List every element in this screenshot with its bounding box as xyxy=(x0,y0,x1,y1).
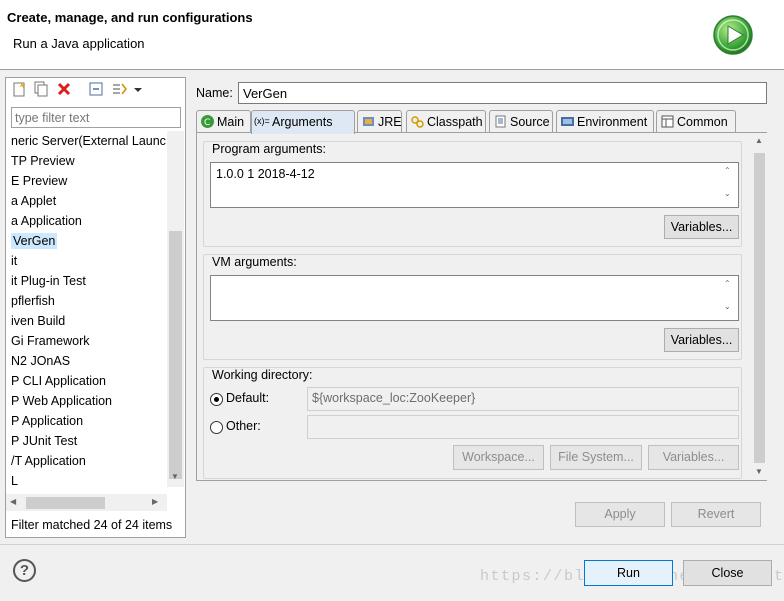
tree-item[interactable]: E Preview xyxy=(11,171,67,191)
filter-input[interactable] xyxy=(11,107,181,128)
tab-jre[interactable]: JRE xyxy=(357,110,402,133)
configuration-tree: neric Server(External Launc TP Preview E… xyxy=(6,131,167,487)
dialog-title: Create, manage, and run configurations xyxy=(7,10,253,25)
arguments-tab-panel: Program arguments: 1.0.0 1 2018-4-12 ⌃ ⌄… xyxy=(196,132,767,481)
scroll-up-icon[interactable]: ▲ xyxy=(755,136,763,145)
main-tab-icon: C xyxy=(200,114,215,129)
scroll-down-icon[interactable]: ⌄ xyxy=(724,302,731,311)
tree-item[interactable]: P Application xyxy=(11,411,83,431)
close-button[interactable]: Close xyxy=(683,560,772,586)
tree-item[interactable]: Gi Framework xyxy=(11,331,89,351)
scrollbar-thumb[interactable] xyxy=(26,497,105,509)
classpath-tab-icon xyxy=(410,114,425,129)
dialog-header: Create, manage, and run configurations R… xyxy=(0,0,784,70)
tab-common[interactable]: Common xyxy=(656,110,736,133)
tree-vertical-scrollbar[interactable]: ▼ xyxy=(167,131,184,487)
tree-item[interactable]: L xyxy=(11,471,18,487)
help-icon[interactable]: ? xyxy=(13,559,36,582)
working-directory-group: Working directory: Default: ${workspace_… xyxy=(203,367,742,479)
scroll-down-icon[interactable]: ▼ xyxy=(755,467,763,476)
tree-item[interactable]: TP Preview xyxy=(11,151,75,171)
collapse-all-icon[interactable] xyxy=(88,81,104,97)
scroll-down-icon[interactable]: ▼ xyxy=(171,472,179,481)
tab-arguments[interactable]: (x)= Arguments xyxy=(251,110,355,134)
program-arguments-title: Program arguments: xyxy=(212,142,326,156)
scroll-up-icon[interactable]: ⌃ xyxy=(724,279,731,288)
tree-item[interactable]: iven Build xyxy=(11,311,65,331)
other-radio-label: Other: xyxy=(226,419,261,433)
other-directory-field[interactable] xyxy=(307,415,739,439)
program-variables-button[interactable]: Variables... xyxy=(664,215,739,239)
default-directory-field: ${workspace_loc:ZooKeeper} xyxy=(307,387,739,411)
vm-arguments-group: VM arguments: ⌃ ⌄ Variables... xyxy=(203,254,742,360)
name-label: Name: xyxy=(196,86,233,100)
config-toolbar xyxy=(6,78,185,101)
tree-item[interactable]: P Web Application xyxy=(11,391,112,411)
name-field[interactable] xyxy=(238,82,767,104)
tree-item[interactable]: a Application xyxy=(11,211,82,231)
tree-item[interactable]: pflerfish xyxy=(11,291,55,311)
tree-item[interactable]: P CLI Application xyxy=(11,371,106,391)
tree-item-selected[interactable]: VerGen xyxy=(11,231,58,251)
tab-source[interactable]: Source xyxy=(489,110,553,133)
working-dir-variables-button[interactable]: Variables... xyxy=(648,445,739,470)
filter-icon[interactable] xyxy=(111,81,127,97)
tab-vertical-scrollbar[interactable]: ▲ ▼ xyxy=(752,133,767,480)
delete-icon[interactable] xyxy=(56,81,72,97)
tab-main[interactable]: C Main xyxy=(196,110,251,133)
view-menu-icon[interactable] xyxy=(133,81,143,97)
run-button[interactable]: Run xyxy=(584,560,673,586)
tree-item[interactable]: /T Application xyxy=(11,451,86,471)
vm-arguments-title: VM arguments: xyxy=(212,255,297,269)
tab-environment[interactable]: Environment xyxy=(556,110,654,133)
filter-status: Filter matched 24 of 24 items xyxy=(11,518,173,532)
program-arguments-field[interactable]: 1.0.0 1 2018-4-12 ⌃ ⌄ xyxy=(210,162,739,208)
environment-tab-icon xyxy=(560,114,575,129)
tree-horizontal-scrollbar[interactable]: ◀ ▶ xyxy=(6,494,167,511)
scrollbar-thumb[interactable] xyxy=(754,153,765,463)
vm-variables-button[interactable]: Variables... xyxy=(664,328,739,352)
other-radio[interactable] xyxy=(210,421,223,434)
scroll-right-icon[interactable]: ▶ xyxy=(152,497,158,506)
scroll-down-icon[interactable]: ⌄ xyxy=(724,189,731,198)
duplicate-icon[interactable] xyxy=(33,81,49,97)
scroll-up-icon[interactable]: ⌃ xyxy=(724,166,731,175)
default-radio[interactable] xyxy=(210,393,223,406)
vm-arguments-field[interactable]: ⌃ ⌄ xyxy=(210,275,739,321)
footer-separator xyxy=(0,544,784,545)
program-arguments-group: Program arguments: 1.0.0 1 2018-4-12 ⌃ ⌄… xyxy=(203,141,742,247)
tab-classpath[interactable]: Classpath xyxy=(406,110,486,133)
scrollbar-thumb[interactable] xyxy=(169,231,182,479)
config-tabs: C Main (x)= Arguments JRE Classpath Sour… xyxy=(196,110,767,134)
working-directory-title: Working directory: xyxy=(212,368,313,382)
source-tab-icon xyxy=(493,114,508,129)
scroll-left-icon[interactable]: ◀ xyxy=(10,497,16,506)
tree-item[interactable]: P JUnit Test xyxy=(11,431,77,451)
dialog-message: Run a Java application xyxy=(13,36,145,51)
new-config-icon[interactable] xyxy=(11,81,27,97)
file-system-button[interactable]: File System... xyxy=(550,445,642,470)
apply-button[interactable]: Apply xyxy=(575,502,665,527)
jre-tab-icon xyxy=(361,114,376,129)
tree-item[interactable]: a Applet xyxy=(11,191,56,211)
tree-item[interactable]: it xyxy=(11,251,17,271)
default-radio-label: Default: xyxy=(226,391,270,405)
common-tab-icon xyxy=(660,114,675,129)
revert-button[interactable]: Revert xyxy=(671,502,761,527)
configuration-list-panel: neric Server(External Launc TP Preview E… xyxy=(5,77,186,538)
svg-text:C: C xyxy=(204,118,210,128)
tree-item[interactable]: neric Server(External Launc xyxy=(11,131,166,151)
tree-item[interactable]: N2 JOnAS xyxy=(11,351,70,371)
run-play-icon xyxy=(712,14,754,56)
arguments-tab-icon: (x)= xyxy=(254,116,270,126)
tree-item[interactable]: it Plug-in Test xyxy=(11,271,86,291)
workspace-button[interactable]: Workspace... xyxy=(453,445,544,470)
